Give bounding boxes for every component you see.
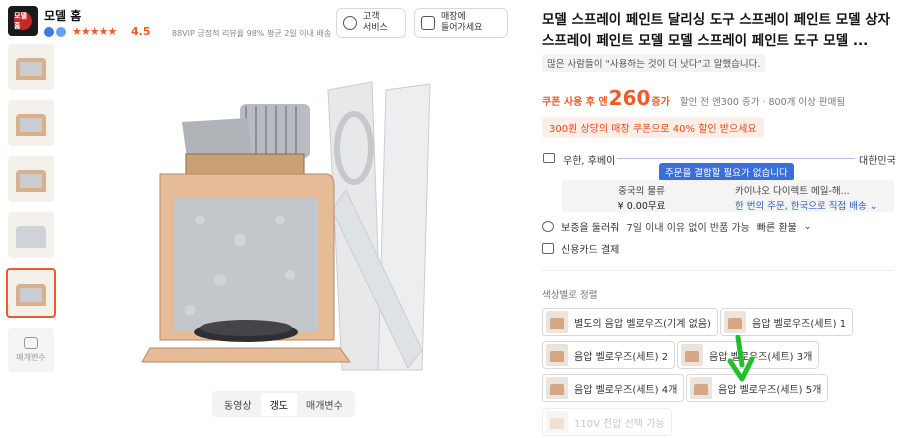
international-shipping-title: 카이냐오 다이렉트 메일-해...: [735, 186, 850, 197]
store-rating: 4.5: [131, 25, 151, 38]
review-chip[interactable]: 많은 사람들이 "사용하는 것이 더 낫다"고 말했습니다.: [542, 54, 766, 72]
payment-row: 신용카드 결제: [542, 241, 619, 256]
product-title: 모델 스프레이 페인트 달리싱 도구 스프레이 페인트 모델 상자 스프레이 페…: [542, 12, 891, 49]
chevron-down-icon[interactable]: ⌄: [804, 222, 812, 232]
guarantee-row: 보증을 둘러줘 7일 이내 이유 없이 반품 가능 빠른 환불 ⌄: [542, 219, 811, 234]
price-label: 쿠폰 사용 후 엔: [542, 97, 608, 108]
option-item[interactable]: 음압 벨로우즈(세트) 1: [720, 308, 854, 336]
option-swatch: [546, 377, 568, 399]
tab-parameters[interactable]: 매개변수: [297, 393, 352, 416]
price-value: 260: [608, 86, 651, 110]
ship-from: 우한, 후베이: [563, 156, 616, 167]
enter-store-label: 매장에 들어가세요: [441, 12, 483, 33]
thumbnail[interactable]: [8, 100, 54, 146]
option-label: 별도의 음압 벨로우즈(기계 없음): [574, 318, 711, 330]
guarantee-value: 7일 이내 이유 없이 반품 가능: [626, 223, 750, 234]
ship-to: 대한민국: [859, 156, 896, 167]
tab-gallery[interactable]: 갱도: [260, 392, 298, 416]
badge-icon: [56, 27, 66, 37]
coupon-chip[interactable]: 300원 상당의 매장 쿠폰으로 40% 할인 받으세요: [542, 117, 764, 138]
headset-icon: [343, 16, 357, 30]
option-swatch: [681, 344, 703, 366]
option-item[interactable]: 음압 벨로우즈(세트) 5개: [686, 374, 829, 402]
parameters-icon: [24, 337, 38, 349]
option-item[interactable]: 별도의 음압 벨로우즈(기계 없음): [542, 308, 718, 336]
parameters-thumbnail-label: 매개변수: [16, 353, 46, 362]
enter-store-button[interactable]: 매장에 들어가세요: [414, 8, 508, 38]
option-group-label: 색상별로 정렬: [542, 290, 598, 301]
fast-refund-link[interactable]: 빠른 환불: [757, 219, 797, 234]
option-swatch: [546, 411, 568, 433]
domestic-shipping: 중국의 물류 ¥ 0.00무료: [562, 180, 721, 212]
store-logo-text: 모델홈: [14, 12, 32, 30]
price-meta: 할인 전 엔300 증가 · 800개 이상 판매됨: [679, 97, 846, 108]
credit-card-icon: [542, 243, 554, 254]
option-swatch: [690, 377, 712, 399]
rating-stars: ★★★★★: [72, 25, 117, 38]
parameters-thumbnail[interactable]: 매개변수: [8, 328, 54, 372]
store-icon: [421, 16, 435, 30]
option-item[interactable]: 음압 벨로우즈(세트) 2: [542, 341, 676, 369]
divider: [542, 270, 894, 271]
option-label: 음압 벨로우즈(세트) 4개: [574, 384, 678, 396]
customer-service-button[interactable]: 고객 서비스: [336, 8, 406, 38]
domestic-shipping-title: 중국의 물류: [618, 186, 665, 197]
domestic-shipping-value: ¥ 0.00무료: [617, 201, 666, 212]
international-shipping[interactable]: 카이냐오 다이렉트 메일-해... 한 번의 주문, 한국으로 직접 배송 ⌄: [721, 180, 894, 212]
annotation-arrow-icon: [727, 335, 755, 382]
ship-combine-badge: 주문을 결합할 필요가 없습니다: [659, 163, 794, 181]
thumbnail-active[interactable]: [6, 268, 56, 318]
customer-service-label: 고객 서비스: [363, 12, 388, 33]
thumbnail[interactable]: [8, 212, 54, 258]
badge-icon: [44, 27, 54, 37]
option-item-disabled: 110V 전압 선택 가능: [542, 408, 672, 436]
store-badges: [44, 27, 66, 37]
option-label: 음압 벨로우즈(세트) 3개: [709, 351, 813, 363]
option-item[interactable]: 음압 벨로우즈(세트) 4개: [542, 374, 685, 402]
international-shipping-value[interactable]: 한 번의 주문, 한국으로 직접 배송 ⌄: [735, 198, 894, 212]
option-swatch: [546, 311, 568, 333]
option-swatch: [546, 344, 568, 366]
shield-icon: [542, 221, 554, 232]
product-image: [141, 81, 431, 371]
shipping-box: 중국의 물류 ¥ 0.00무료 카이냐오 다이렉트 메일-해... 한 번의 주…: [562, 180, 894, 212]
image-tabs: 동영상 갱도 매개변수: [212, 391, 355, 417]
thumbnail[interactable]: [8, 44, 54, 90]
thumbnail-list: 매개변수: [6, 44, 56, 372]
price-row: 쿠폰 사용 후 엔 260 증가 할인 전 엔300 증가 · 800개 이상 …: [542, 86, 845, 110]
location-icon: [543, 153, 555, 163]
price-unit: 증가: [651, 97, 670, 108]
payment-label: 신용카드 결제: [561, 245, 620, 256]
option-label: 음압 벨로우즈(세트) 2: [574, 351, 669, 363]
store-name[interactable]: 모델 홈: [44, 7, 81, 24]
store-meta: 88VIP 긍정적 리뷰율 98% 평균 2일 이내 배송: [172, 29, 332, 38]
tab-video[interactable]: 동영상: [215, 393, 261, 416]
guarantee-label: 보증을 둘러줘: [561, 223, 620, 234]
option-label: 음압 벨로우즈(세트) 1: [752, 318, 847, 330]
thumbnail[interactable]: [8, 156, 54, 202]
ship-route-line: [617, 158, 855, 159]
option-swatch: [724, 311, 746, 333]
option-label: 110V 전압 선택 가능: [574, 418, 665, 430]
store-logo[interactable]: 모델홈: [8, 6, 38, 36]
